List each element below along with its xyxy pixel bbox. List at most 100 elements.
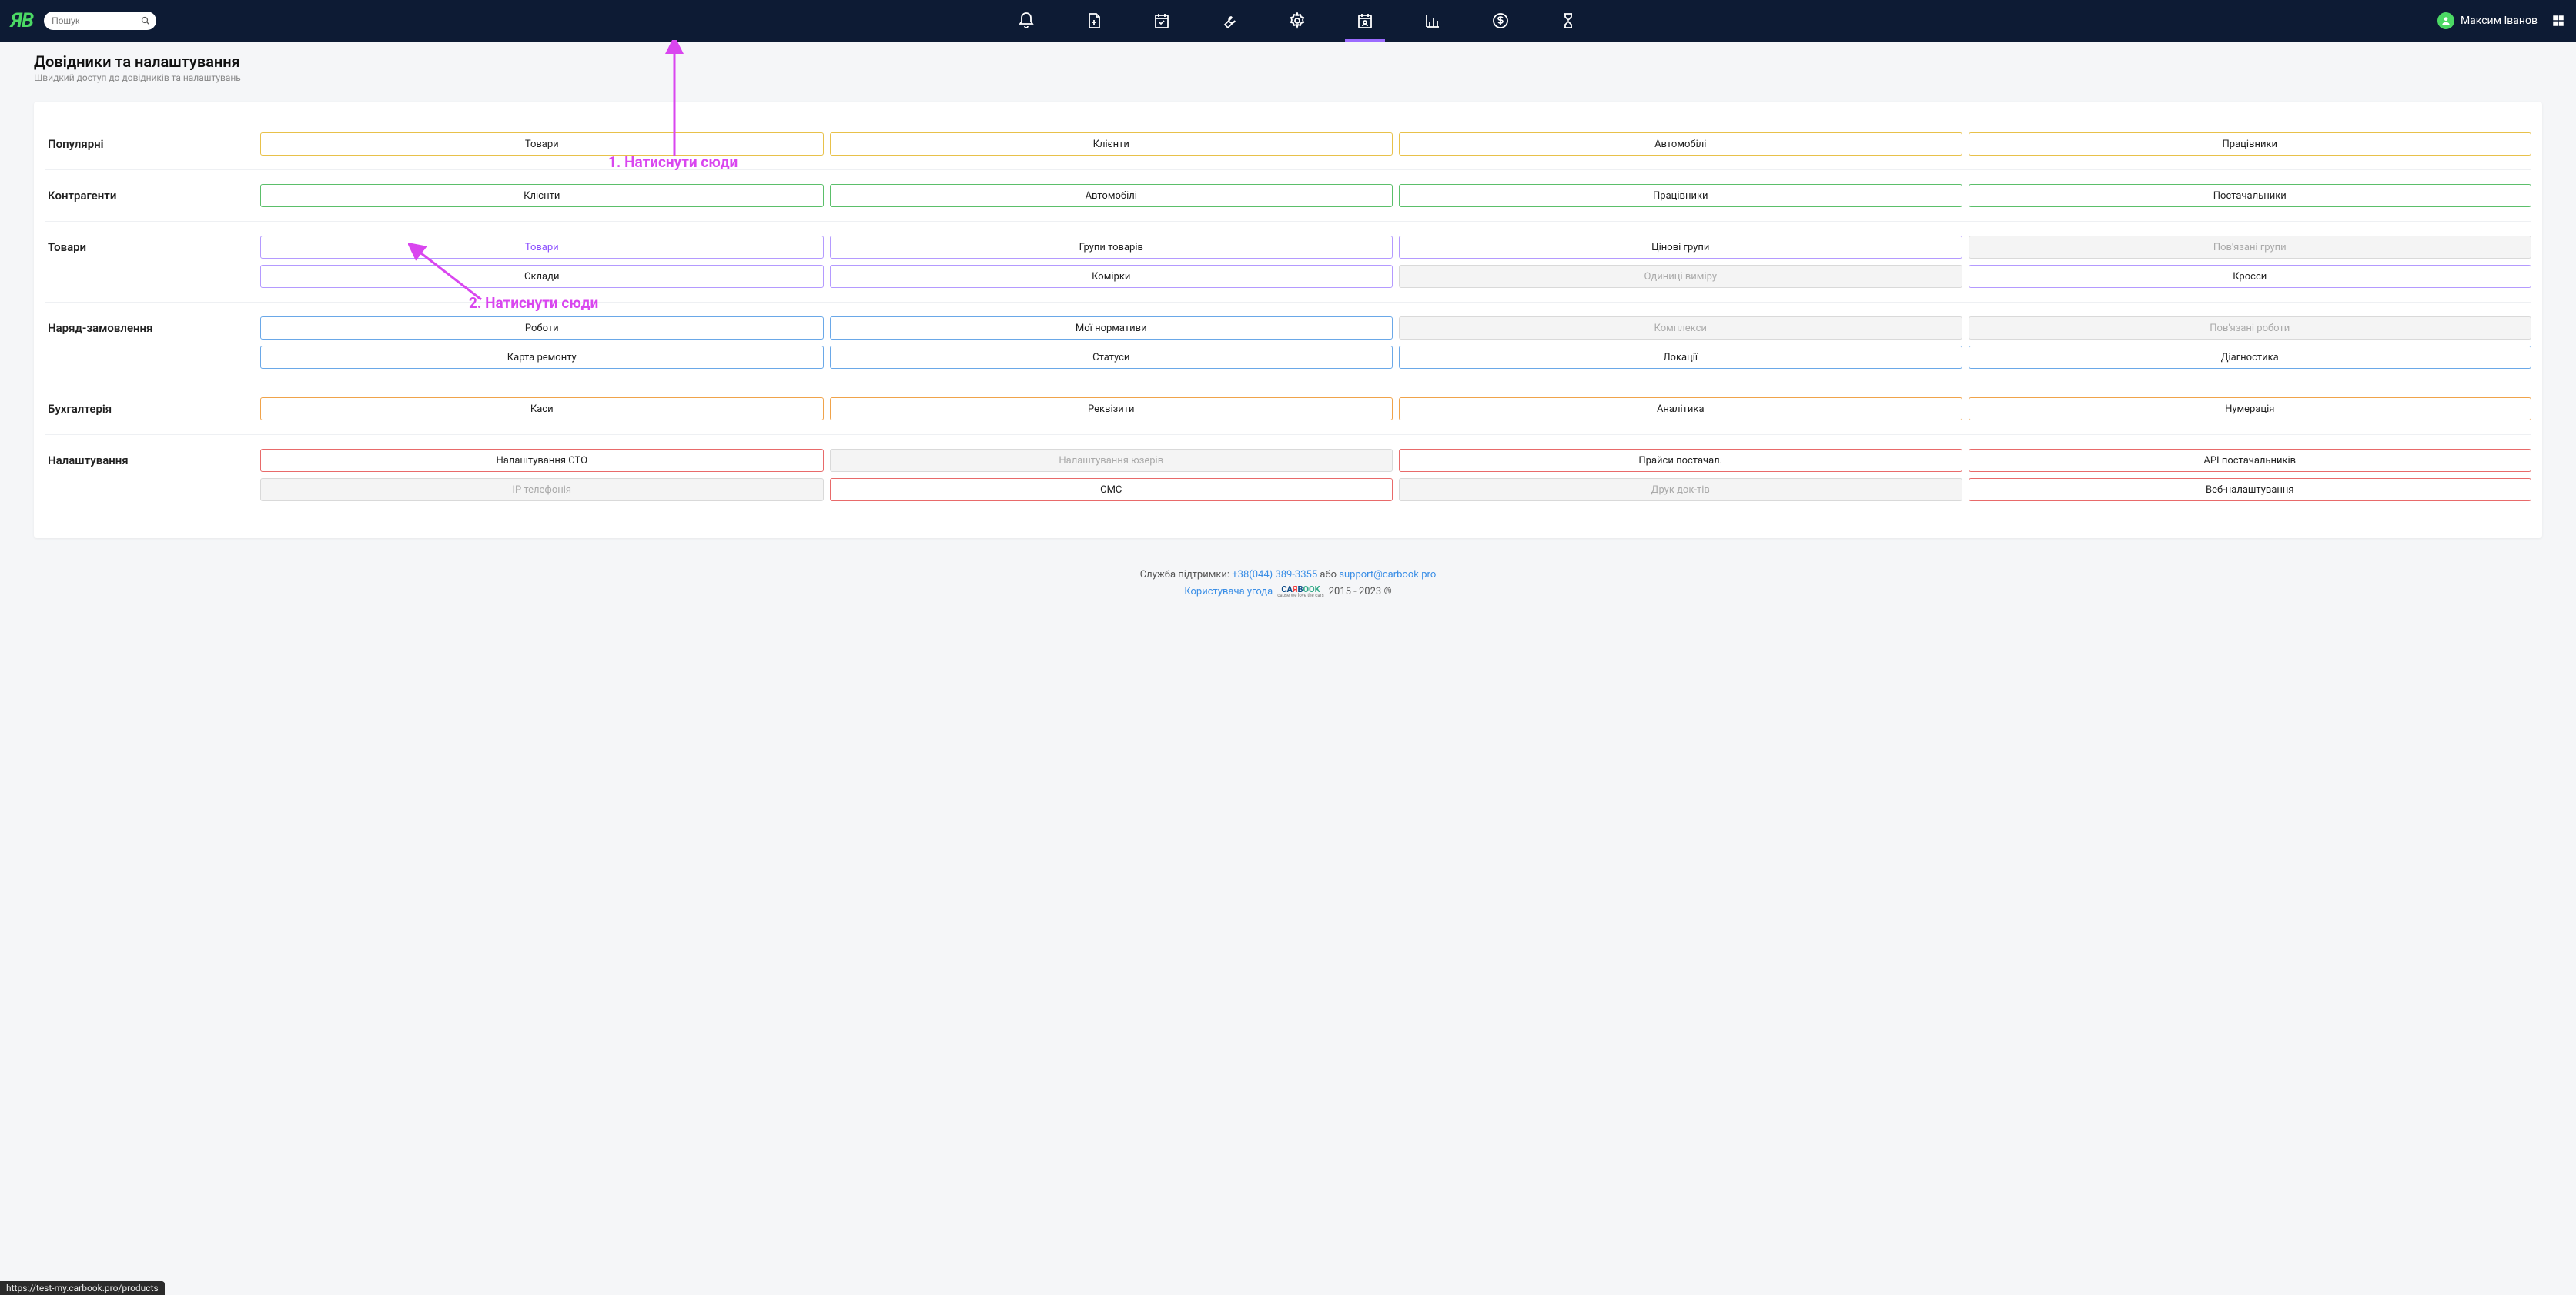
dir-button[interactable]: Карта ремонту xyxy=(260,346,824,369)
nav-reports[interactable] xyxy=(1420,8,1445,33)
dir-button[interactable]: Комірки xyxy=(830,265,1393,288)
calendar-check-icon xyxy=(1153,12,1171,30)
dir-button[interactable]: Кросси xyxy=(1969,265,2532,288)
button-row: Карта ремонту Статуси Локації Діагностика xyxy=(260,346,2531,369)
dir-button: Комплекси xyxy=(1399,316,1962,340)
section-1: КонтрагентиКлієнти Автомобілі Працівники По… xyxy=(45,170,2531,222)
section-3: Наряд-замовленняРоботиМої нормативиКомпл… xyxy=(45,303,2531,383)
file-plus-icon xyxy=(1085,12,1103,30)
dir-button[interactable]: Налаштування СТО xyxy=(260,449,824,472)
dir-button[interactable]: Прайси постачал. xyxy=(1399,449,1962,472)
contact-card-icon xyxy=(1356,12,1374,30)
dir-button[interactable]: Нумерація xyxy=(1969,397,2532,420)
wrench-icon xyxy=(1220,12,1239,30)
dir-button[interactable]: Склади xyxy=(260,265,824,288)
footer-phone[interactable]: +38(044) 389-3355 xyxy=(1232,569,1317,581)
user-area[interactable]: Максим Іванов xyxy=(2437,12,2565,29)
footer-email[interactable]: support@carbook.pro xyxy=(1339,569,1436,581)
dir-button[interactable]: Постачальники xyxy=(1969,184,2532,207)
dir-button[interactable]: Автомобілі xyxy=(1399,132,1962,156)
dir-button[interactable]: Реквізити xyxy=(830,397,1393,420)
hourglass-icon xyxy=(1559,12,1577,30)
nav-finance[interactable] xyxy=(1488,8,1513,33)
nav-new-doc[interactable] xyxy=(1082,8,1106,33)
dir-button[interactable]: Товари xyxy=(260,236,824,259)
dir-button[interactable]: Працівники xyxy=(1969,132,2532,156)
nav-orders[interactable] xyxy=(1149,8,1174,33)
dir-button[interactable]: Клієнти xyxy=(260,184,824,207)
avatar xyxy=(2437,12,2454,29)
section-title: Популярні xyxy=(45,132,260,156)
dir-button[interactable]: Клієнти xyxy=(830,132,1393,156)
bar-chart-icon xyxy=(1423,12,1442,30)
section-title: Бухгалтерія xyxy=(45,397,260,420)
nav-settings[interactable] xyxy=(1285,8,1310,33)
search-wrap xyxy=(44,12,156,30)
dir-button[interactable]: Статуси xyxy=(830,346,1393,369)
button-row: Склади Комірки Одиниці виміру Кросси xyxy=(260,265,2531,288)
section-body: ТовариКлієнтиАвтомобілі Працівники xyxy=(260,132,2531,156)
dir-button[interactable]: Роботи xyxy=(260,316,824,340)
section-body: РоботиМої нормативиКомплекси Пов'язані ро… xyxy=(260,316,2531,369)
dir-button: Пов'язані роботи xyxy=(1969,316,2532,340)
button-row: ТовариКлієнтиАвтомобілі Працівники xyxy=(260,132,2531,156)
dir-button[interactable]: Веб-налаштування xyxy=(1969,478,2532,501)
section-0: ПопулярніТовариКлієнтиАвтомобілі Працівни… xyxy=(45,119,2531,170)
search-icon[interactable] xyxy=(141,16,150,25)
button-row: IP телефонія СМС Друк док-тів Веб-налаштува… xyxy=(260,478,2531,501)
dir-button[interactable]: Діагностика xyxy=(1969,346,2532,369)
dir-button: Одиниці виміру xyxy=(1399,265,1962,288)
apps-icon[interactable] xyxy=(2551,14,2565,28)
nav-notifications[interactable] xyxy=(1014,8,1039,33)
directories-card: ПопулярніТовариКлієнтиАвтомобіліПрацівни… xyxy=(34,102,2542,538)
dir-button[interactable]: Автомобілі xyxy=(830,184,1393,207)
carbook-logo: CAЯBOOK cause we love the cars xyxy=(1277,585,1324,598)
dir-button[interactable]: Локації xyxy=(1399,346,1962,369)
page-header: Довідники та налаштування Швидкий доступ… xyxy=(0,42,2576,88)
button-row: Каси Реквізити Аналітика Нумерація xyxy=(260,397,2531,420)
dir-button[interactable]: Товари xyxy=(260,132,824,156)
section-title: Наряд-замовлення xyxy=(45,316,260,369)
page-title: Довідники та налаштування xyxy=(34,52,2542,71)
footer-years: 2015 - 2023 ® xyxy=(1329,586,1392,597)
dir-button[interactable]: АРІ постачальників xyxy=(1969,449,2532,472)
dir-button: Друк док-тів xyxy=(1399,478,1962,501)
status-url: https://test-my.carbook.pro/products xyxy=(0,1281,165,1295)
dir-button[interactable]: Каси xyxy=(260,397,824,420)
dir-button[interactable]: Працівники xyxy=(1399,184,1962,207)
user-name: Максим Іванов xyxy=(2461,15,2538,27)
section-title: Налаштування xyxy=(45,449,260,501)
dir-button[interactable]: Групи товарів xyxy=(830,236,1393,259)
section-2: ТовариТовари Групи товарів Цінові групи Пов… xyxy=(45,222,2531,303)
section-title: Контрагенти xyxy=(45,184,260,207)
footer-agreement[interactable]: Користувача угода xyxy=(1184,586,1273,597)
nav-repair[interactable] xyxy=(1217,8,1242,33)
section-body: Товари Групи товарів Цінові групи Пов'язані… xyxy=(260,236,2531,288)
dir-button[interactable]: Мої нормативи xyxy=(830,316,1393,340)
nav-directories[interactable] xyxy=(1353,8,1377,33)
footer: Служба підтримки: +38(044) 389-3355 або … xyxy=(0,561,2576,614)
nav-time[interactable] xyxy=(1556,8,1581,33)
search-input[interactable] xyxy=(44,12,156,30)
footer-support-line: Служба підтримки: +38(044) 389-3355 або … xyxy=(0,569,2576,581)
page-subtitle: Швидкий доступ до довідників та налаштув… xyxy=(34,72,2542,83)
section-5: НалаштуванняНалаштування СТОНалаштування… xyxy=(45,435,2531,515)
section-4: БухгалтеріяКаси Реквізити Аналітика Нумерац… xyxy=(45,383,2531,435)
footer-line2: Користувача угода CAЯBOOK cause we love … xyxy=(0,585,2576,598)
dir-button: IP телефонія xyxy=(260,478,824,501)
section-body: Каси Реквізити Аналітика Нумерація xyxy=(260,397,2531,420)
bell-icon xyxy=(1017,12,1035,30)
section-body: Клієнти Автомобілі Працівники Постачальники xyxy=(260,184,2531,207)
button-row: Товари Групи товарів Цінові групи Пов'язані… xyxy=(260,236,2531,259)
dir-button: Налаштування юзерів xyxy=(830,449,1393,472)
dir-button[interactable]: Аналітика xyxy=(1399,397,1962,420)
dir-button[interactable]: Цінові групи xyxy=(1399,236,1962,259)
dir-button: Пов'язані групи xyxy=(1969,236,2532,259)
button-row: РоботиМої нормативиКомплекси Пов'язані ро… xyxy=(260,316,2531,340)
top-bar: ЯB xyxy=(0,0,2576,42)
nav-icons xyxy=(156,8,2437,33)
footer-or: або xyxy=(1320,569,1337,581)
dir-button[interactable]: СМС xyxy=(830,478,1393,501)
logo: ЯB xyxy=(11,9,33,32)
section-body: Налаштування СТО Налаштування юзерів Прайс… xyxy=(260,449,2531,501)
